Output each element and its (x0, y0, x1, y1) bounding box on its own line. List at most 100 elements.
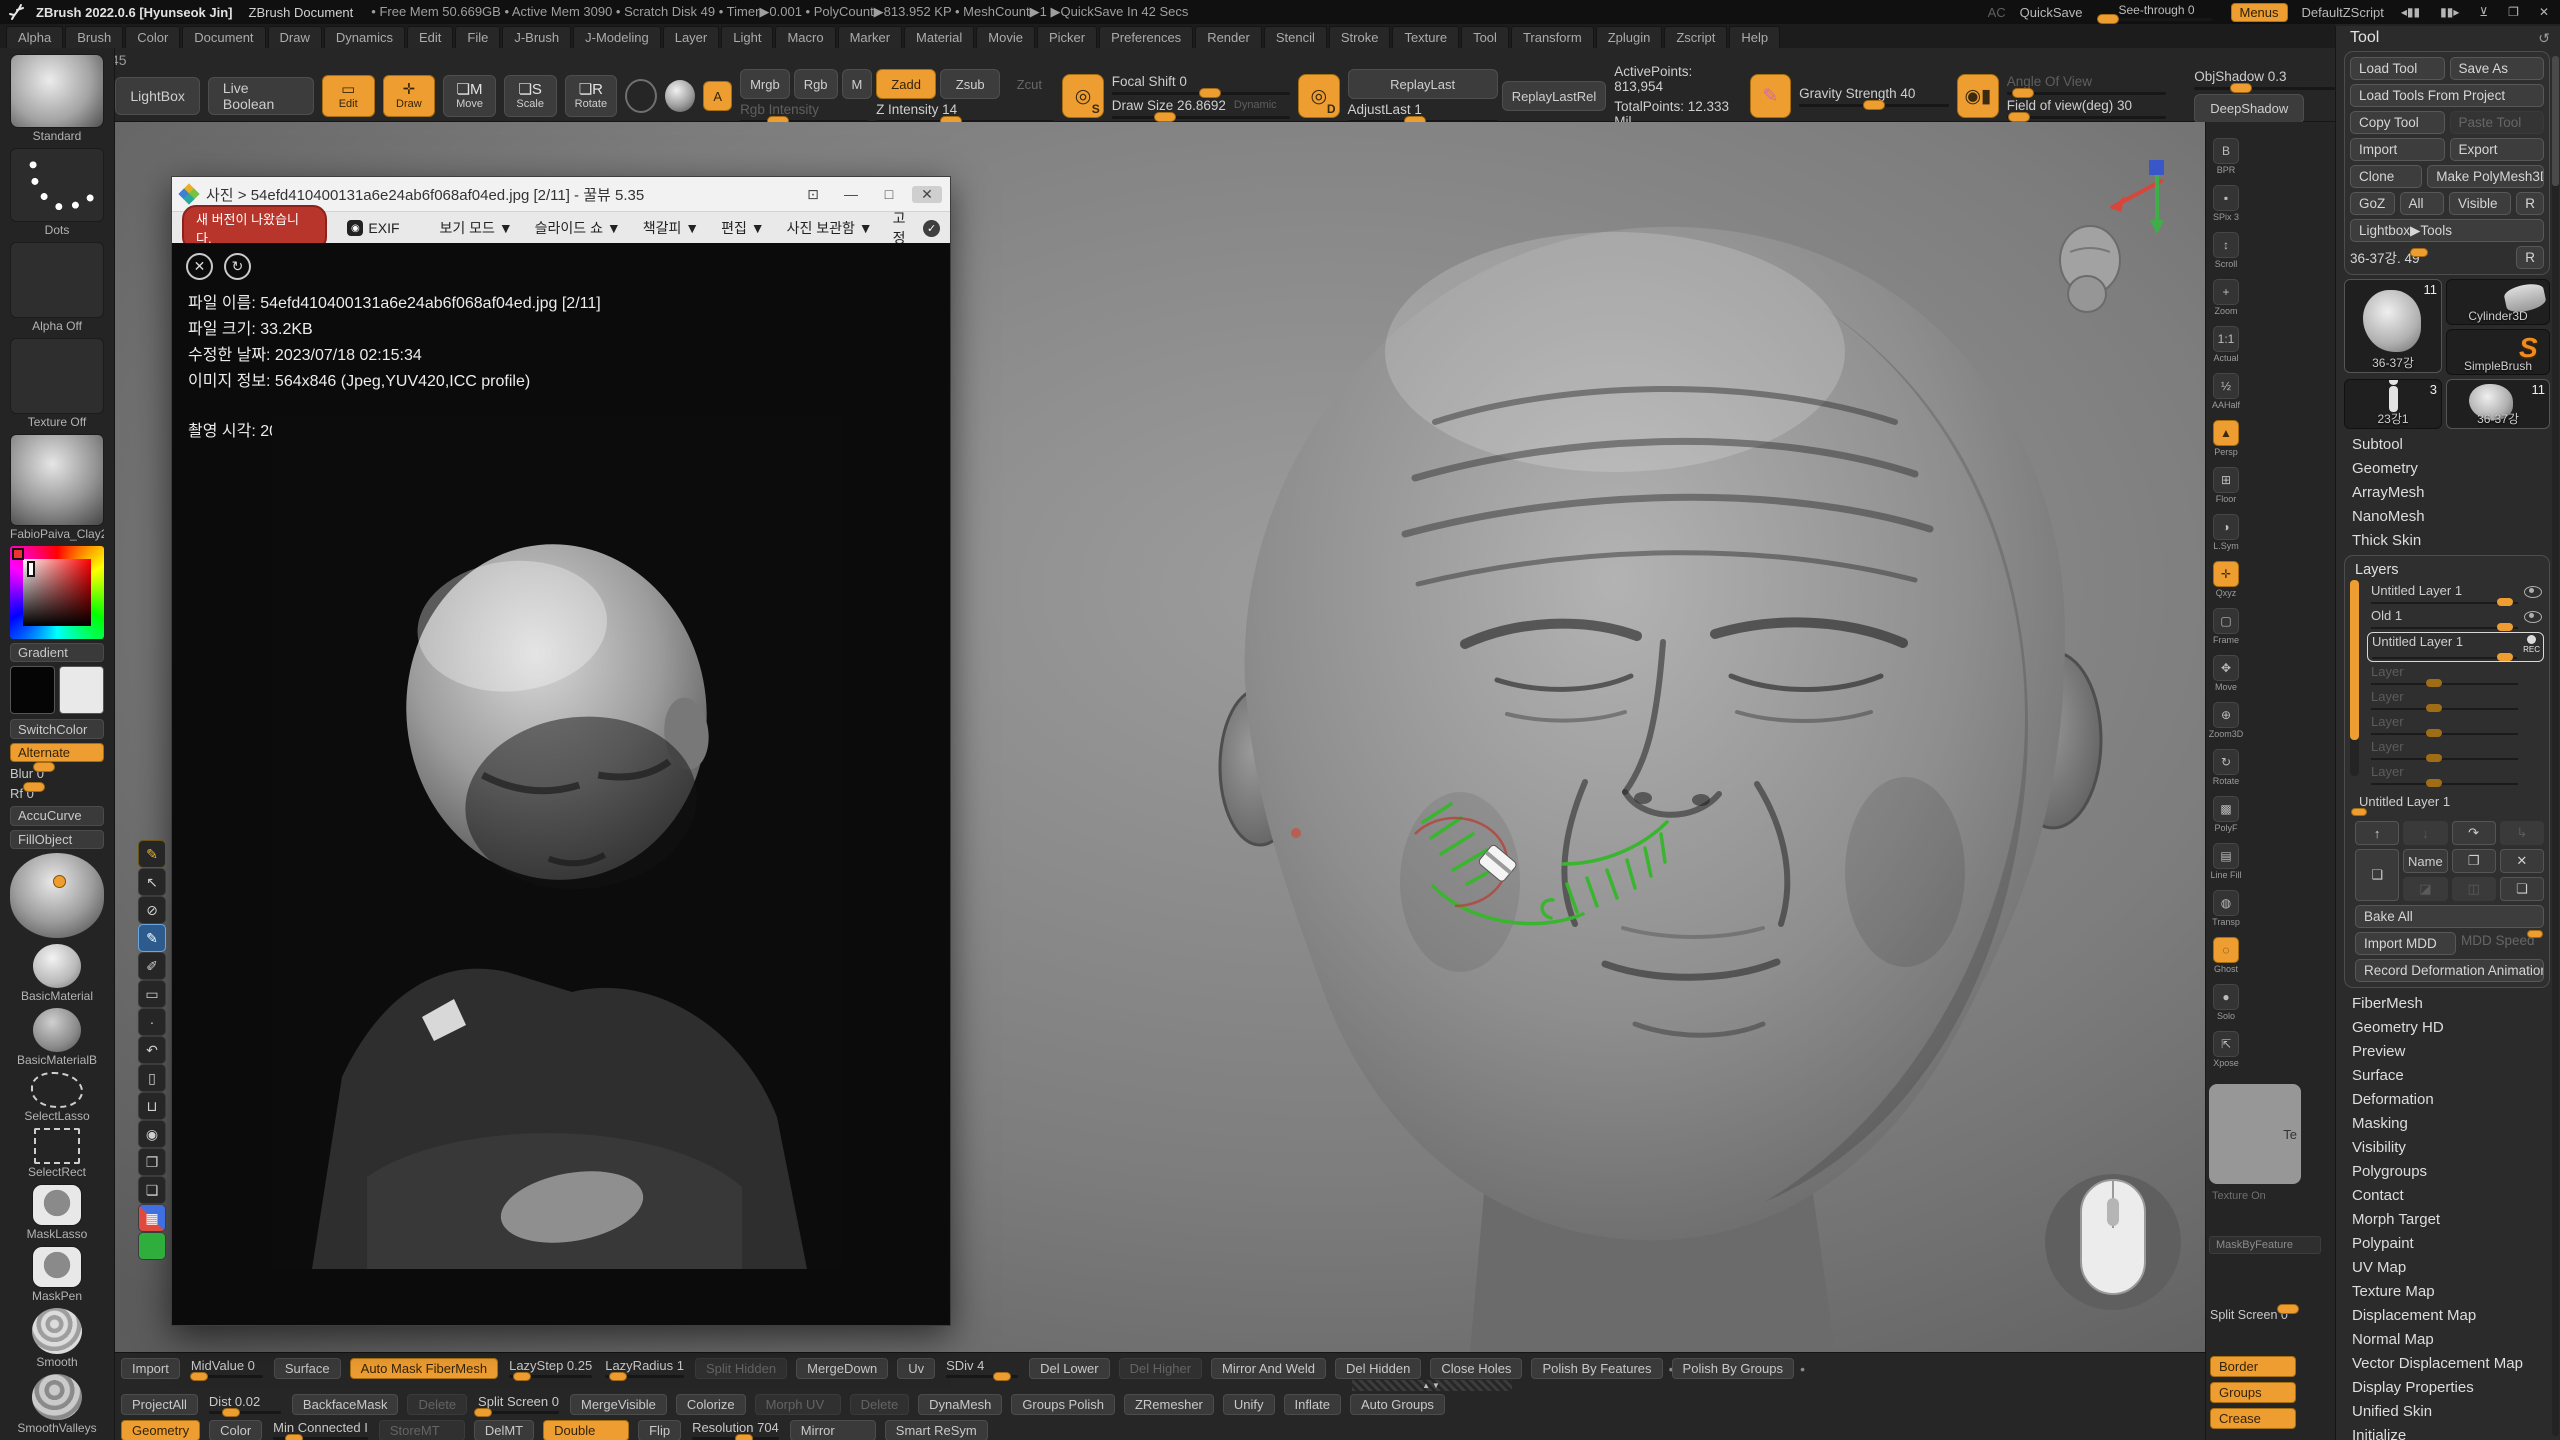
photo-close-icon[interactable]: ✕ (912, 186, 942, 203)
tool-section-header[interactable]: Unified Skin (2336, 1400, 2560, 1424)
tool-section-header[interactable]: Displacement Map (2336, 1304, 2560, 1328)
annotation-tool-icon[interactable]: ◉ (138, 1120, 166, 1148)
photo-menu-item[interactable]: 책갈피 ▼ (643, 218, 699, 238)
groups-button[interactable]: Groups (2210, 1382, 2296, 1403)
bottom-bar-control[interactable]: Min Connected I (271, 1420, 370, 1440)
material-preview[interactable] (10, 853, 104, 938)
bottom-bar-control[interactable]: Polish By Groups (1672, 1358, 1794, 1379)
viewport-toggle[interactable]: + Zoom (2209, 279, 2243, 325)
new-layer-icon[interactable]: ❏ (2355, 849, 2399, 901)
viewport-toggle-icon[interactable]: ↕ (2213, 232, 2239, 258)
restore-icon[interactable]: ❐ (2505, 5, 2522, 19)
sidebar-selector[interactable]: BasicMaterialB (10, 1008, 104, 1067)
eye-icon[interactable] (2524, 586, 2542, 598)
bottom-bar-control[interactable]: Surface (274, 1358, 341, 1379)
viewport-toggle[interactable]: ⊕ Zoom3D (2209, 702, 2243, 748)
menu-item[interactable]: J-Modeling (573, 26, 661, 48)
tool-slider[interactable]: 36-37강. 49 (2350, 246, 2511, 269)
replay-last-rel-button[interactable]: ReplayLastRel (1502, 81, 1607, 111)
tool-section-header[interactable]: Masking (2336, 1112, 2560, 1136)
menu-item[interactable]: Tool (1461, 26, 1509, 48)
mdd-speed-slider[interactable]: MDD Speed (2461, 932, 2544, 955)
layer-row[interactable]: Layer (2367, 688, 2544, 712)
menu-item[interactable]: Marker (838, 26, 902, 48)
tool-section-header[interactable]: Texture Map (2336, 1280, 2560, 1304)
annotation-tool-icon[interactable]: ✎ (138, 840, 166, 868)
stroke-d-icon[interactable]: ◎D (1298, 74, 1339, 118)
viewport-toggle[interactable]: ▩ PolyF (2209, 796, 2243, 842)
tool-section-header[interactable]: FiberMesh (2336, 992, 2560, 1016)
live-boolean-button[interactable]: Live Boolean (208, 77, 314, 115)
viewport-toggle[interactable]: ↻ Rotate (2209, 749, 2243, 795)
viewport-toggle[interactable]: ⊞ Floor (2209, 467, 2243, 513)
layer-row[interactable]: Layer (2367, 663, 2544, 687)
mask-by-feature-button[interactable]: MaskByFeature (2209, 1236, 2321, 1254)
split-layer-icon[interactable]: ◪ (2403, 877, 2447, 901)
tool-section-header[interactable]: Normal Map (2336, 1328, 2560, 1352)
annotation-tool-icon[interactable]: ❏ (138, 1176, 166, 1204)
import-mdd-button[interactable]: Import MDD (2355, 932, 2456, 955)
bottom-bar-control[interactable]: Split Screen 0 (476, 1394, 561, 1414)
tool-section-header[interactable]: Geometry HD (2336, 1016, 2560, 1040)
angle-of-view-slider[interactable]: Angle Of View (2007, 74, 2167, 89)
menu-item[interactable]: Zscript (1664, 26, 1727, 48)
tool-section-header[interactable]: Preview (2336, 1040, 2560, 1064)
secondary-color-swatch[interactable] (59, 666, 104, 714)
photo-minimize-icon[interactable]: — (836, 186, 866, 202)
zcut-button[interactable]: Zcut (1004, 69, 1054, 99)
camera-icon[interactable]: ◉▮ (1957, 74, 1998, 118)
viewport-toggle[interactable]: ✛ Qxyz (2209, 561, 2243, 607)
rgb-intensity-slider[interactable]: Rgb Intensity (740, 102, 868, 117)
annotation-tool-icon[interactable]: ✎ (138, 924, 166, 952)
bottom-bar-control[interactable]: Import (121, 1358, 180, 1379)
field-of-view-slider[interactable]: Field of view(deg) 30 (2007, 98, 2167, 113)
viewport-toggle[interactable]: ⇱ Xpose (2209, 1031, 2243, 1077)
deep-shadow-button[interactable]: DeepShadow (2194, 94, 2304, 124)
annotation-tool-icon[interactable]: ■ (138, 1232, 166, 1260)
menu-item[interactable]: Render (1195, 26, 1262, 48)
panel-scrollbar[interactable] (2552, 56, 2559, 1436)
menu-item[interactable]: Preferences (1099, 26, 1193, 48)
viewport-toggle-icon[interactable]: ↻ (2213, 749, 2239, 775)
rotate-mode-button[interactable]: ❏RRotate (565, 75, 618, 117)
sidebar-selector[interactable]: MaskLasso (10, 1184, 104, 1241)
current-material-icon[interactable] (665, 80, 695, 112)
zadd-button[interactable]: Zadd (876, 69, 936, 99)
bottom-bar-control[interactable]: LazyRadius 1 (603, 1358, 686, 1378)
tool-section-header[interactable]: Deformation (2336, 1088, 2560, 1112)
bottom-bar-control[interactable]: MergeVisible (570, 1394, 667, 1415)
copy-layer-icon[interactable]: ❏ (2500, 877, 2544, 901)
menu-item[interactable]: Stroke (1329, 26, 1391, 48)
viewport-toggle-icon[interactable]: ◍ (2213, 890, 2239, 916)
tool-r-button[interactable]: R (2516, 246, 2544, 269)
viewport-toggle-icon[interactable]: + (2213, 279, 2239, 305)
annotation-tool-icon[interactable]: ▭ (138, 980, 166, 1008)
annotation-tool-icon[interactable]: ⊔ (138, 1092, 166, 1120)
menu-item[interactable]: J-Brush (502, 26, 571, 48)
bottom-bar-control[interactable]: Auto Groups (1350, 1394, 1445, 1415)
menu-item[interactable]: Alpha (6, 26, 63, 48)
bottom-bar-control[interactable]: Mirror And Weld (1211, 1358, 1326, 1379)
viewport-toggle-icon[interactable]: ⊞ (2213, 467, 2239, 493)
eye-icon[interactable] (2524, 611, 2542, 623)
bottom-bar-control[interactable]: Split Hidden (695, 1358, 787, 1379)
fillobject-button[interactable]: FillObject (10, 830, 104, 849)
menu-item[interactable]: Color (125, 26, 180, 48)
sidebar-selector[interactable]: Texture Off (10, 338, 104, 429)
viewport-toggle-icon[interactable]: ✛ (2213, 561, 2239, 587)
viewport-toggle-icon[interactable]: ⇱ (2213, 1031, 2239, 1057)
photo-menu-item[interactable]: 슬라이드 쇼 ▼ (535, 218, 621, 238)
tool-section-header[interactable]: Display Properties (2336, 1376, 2560, 1400)
see-through-slider[interactable]: See-through 0 (2097, 3, 2217, 21)
bottom-bar-control[interactable]: Dist 0.02 (207, 1394, 283, 1414)
z-intensity-slider[interactable]: Z Intensity 14 (876, 102, 1054, 117)
viewport-toggle-icon[interactable]: ◌ (2213, 937, 2239, 963)
import-button[interactable]: Import (2350, 138, 2445, 161)
merge-layer-icon[interactable]: ◫ (2452, 877, 2496, 901)
menu-item[interactable]: Light (721, 26, 773, 48)
viewport-toggle[interactable]: ↕ Scroll (2209, 232, 2243, 278)
bottom-bar-control[interactable]: BackfaceMask (292, 1394, 399, 1415)
viewport-toggle-icon[interactable]: ⊕ (2213, 702, 2239, 728)
bottom-bar-control[interactable]: Del Higher (1119, 1358, 1202, 1379)
annotation-tool-icon[interactable]: ✐ (138, 952, 166, 980)
